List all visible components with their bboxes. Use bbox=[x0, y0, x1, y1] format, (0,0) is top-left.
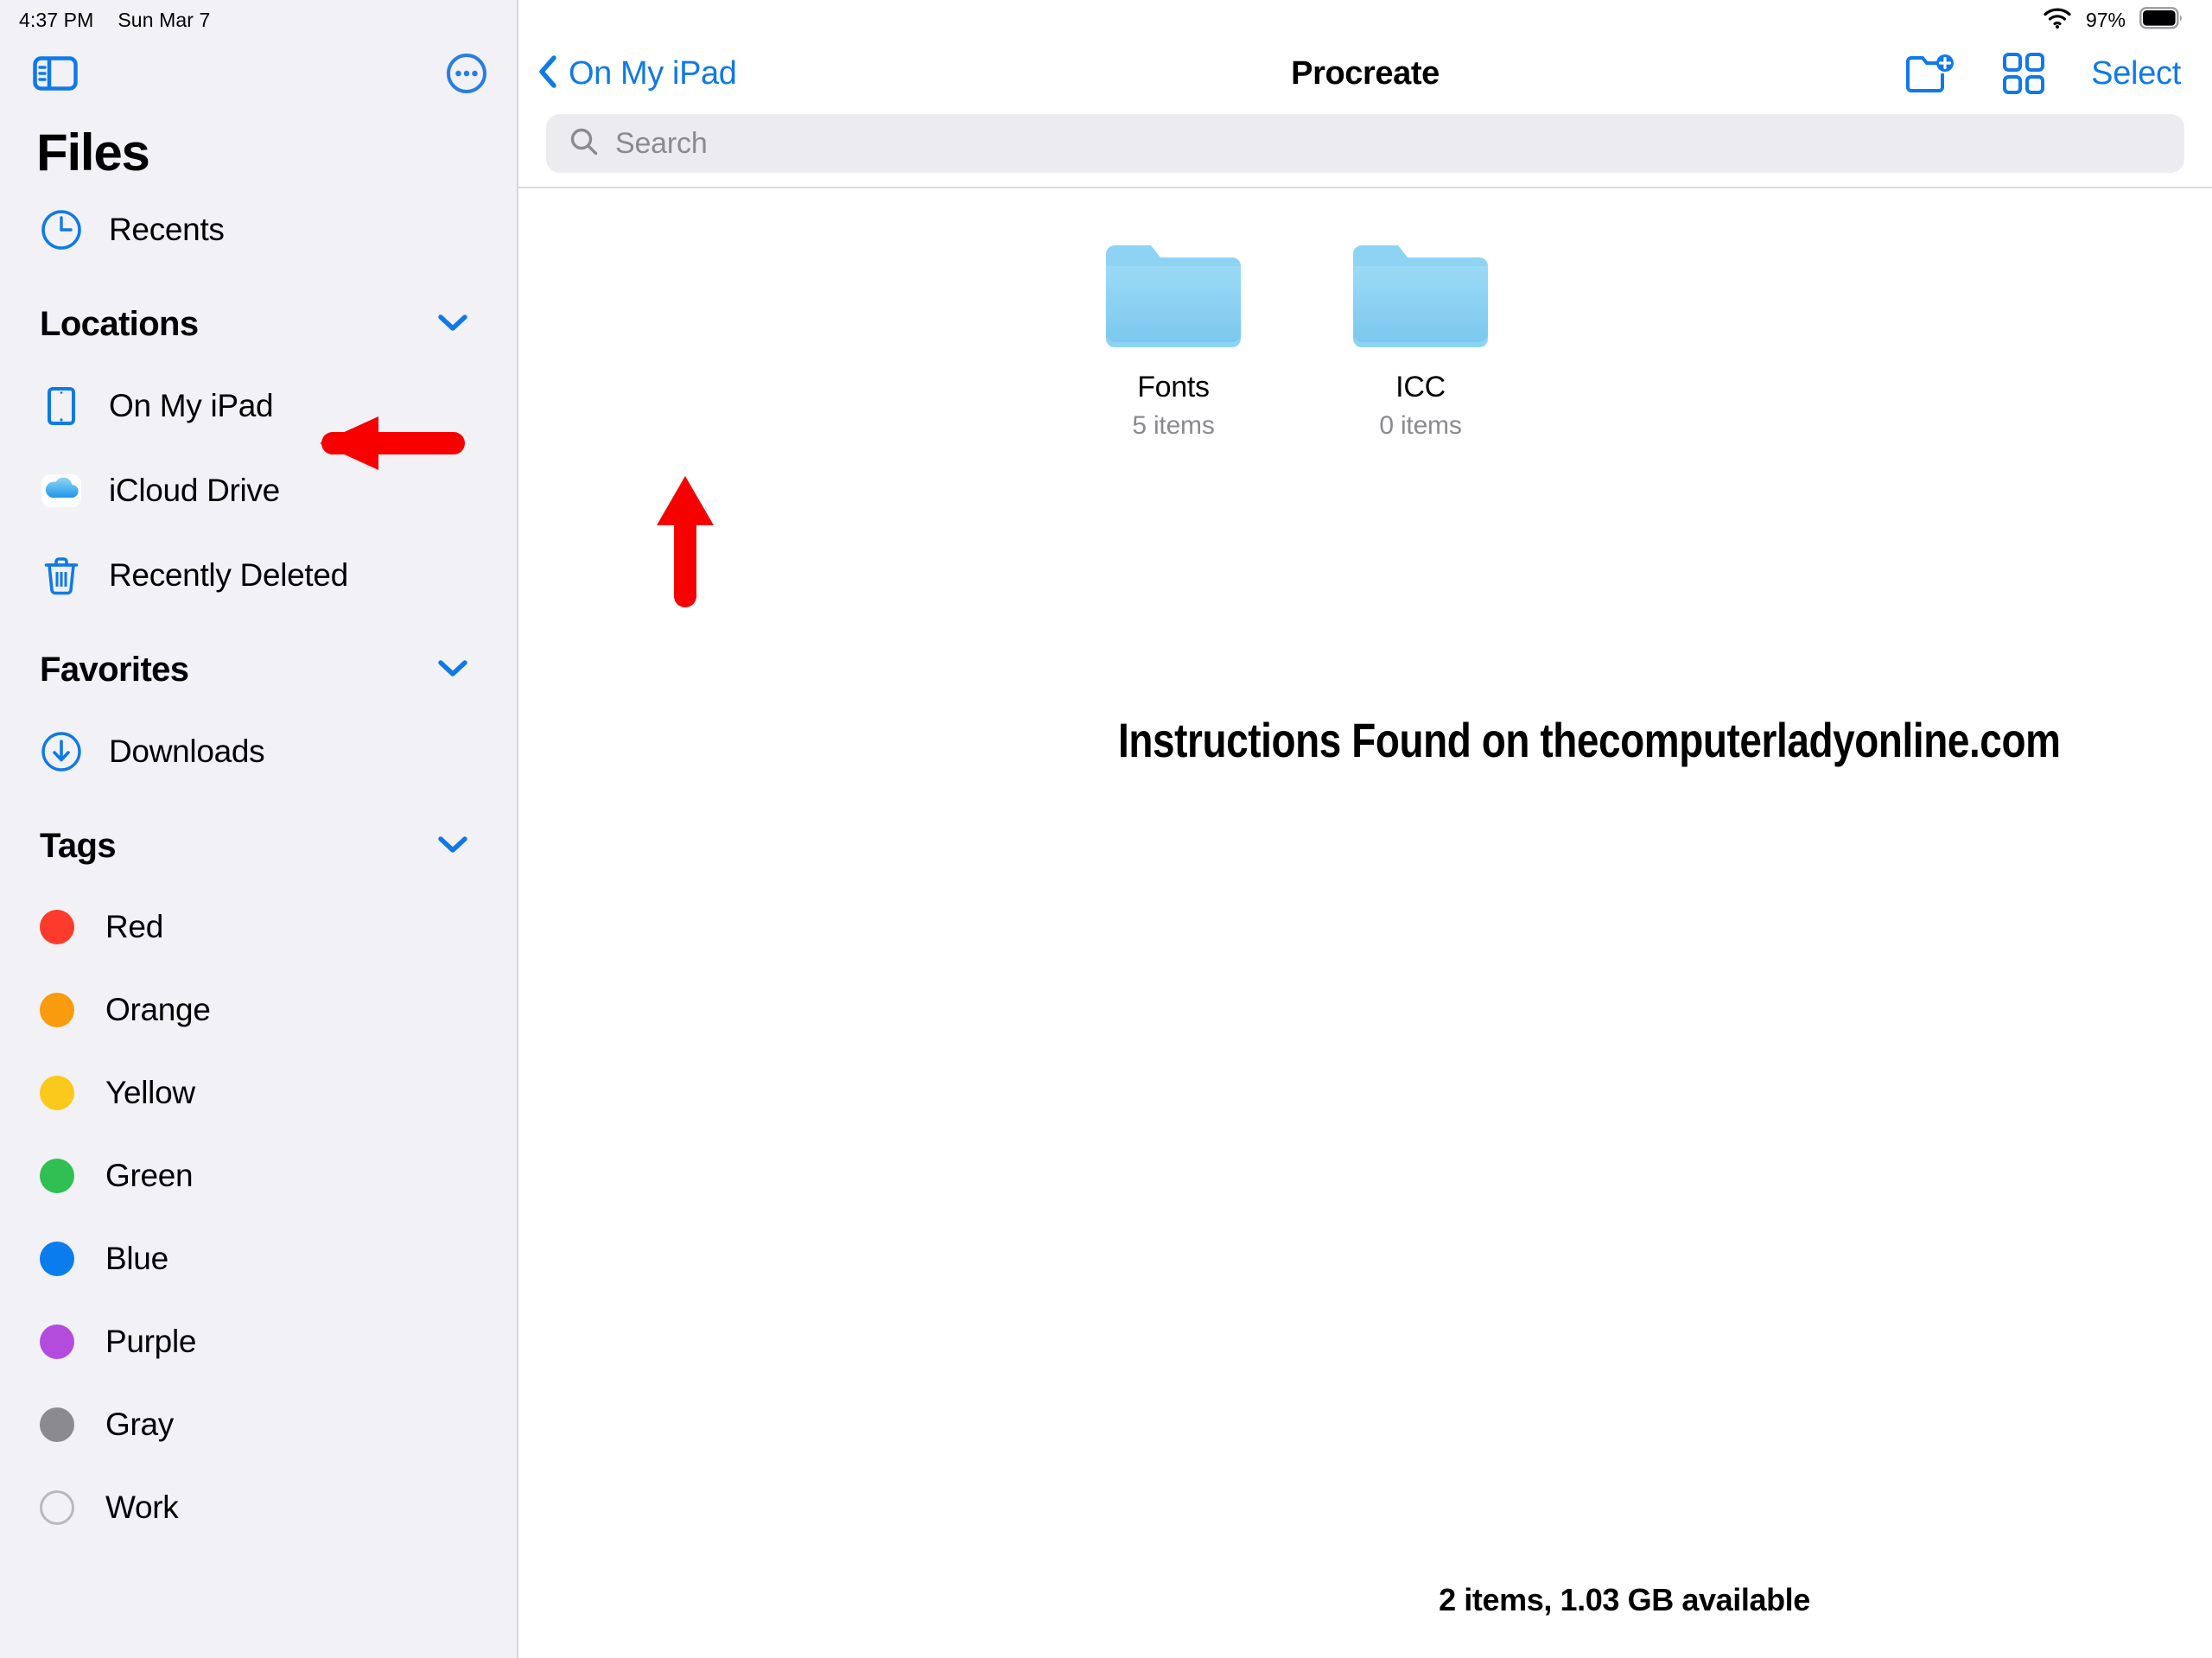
tag-dot-icon bbox=[40, 1154, 79, 1197]
search-placeholder: Search bbox=[615, 126, 708, 160]
chevron-down-icon[interactable] bbox=[436, 834, 469, 859]
search-icon bbox=[569, 126, 600, 162]
search-input[interactable]: Search bbox=[546, 114, 2184, 173]
file-item-icc[interactable]: ICC 0 items bbox=[1344, 240, 1497, 441]
tag-dot-icon bbox=[40, 905, 79, 949]
main-content: 97% On My iPad Procreate Select Search F… bbox=[518, 0, 2212, 1658]
clock-icon bbox=[40, 208, 83, 251]
sidebar-item-label: Red bbox=[105, 909, 163, 944]
back-button[interactable]: On My iPad bbox=[537, 54, 737, 93]
tag-dot-icon bbox=[40, 1320, 79, 1363]
ipad-files-app-screen: 4:37 PM Sun Mar 7 Files Recents Location… bbox=[0, 0, 2212, 1658]
status-bar-left: 4:37 PM Sun Mar 7 bbox=[0, 0, 517, 40]
sidebar-tag-blue[interactable]: Blue bbox=[0, 1217, 517, 1300]
chevron-down-icon[interactable] bbox=[436, 657, 469, 683]
page-title: Files bbox=[36, 124, 150, 181]
sidebar-tag-yellow[interactable]: Yellow bbox=[0, 1051, 517, 1134]
file-grid: Fonts 5 items ICC 0 items bbox=[518, 188, 2212, 441]
sidebar-item-label: Work bbox=[105, 1490, 179, 1525]
sidebar-tag-gray[interactable]: Gray bbox=[0, 1383, 517, 1466]
sidebar-tag-purple[interactable]: Purple bbox=[0, 1300, 517, 1383]
sidebar-item-label: Yellow bbox=[105, 1075, 195, 1110]
footer-status-label: 2 items, 1.03 GB available bbox=[1439, 1582, 1810, 1617]
sidebar-item-label: Blue bbox=[105, 1241, 168, 1276]
sidebar-item-label: Downloads bbox=[109, 734, 265, 769]
battery-full-icon bbox=[2139, 6, 2183, 34]
sidebar-item-label: Recents bbox=[109, 212, 225, 247]
status-bar-time: 4:37 PM bbox=[19, 8, 94, 31]
file-subtitle: 5 items bbox=[1132, 411, 1215, 440]
sidebar-item-label: Orange bbox=[105, 992, 211, 1027]
sidebar-item-on-my-ipad[interactable]: On My iPad bbox=[0, 364, 517, 448]
navigation-bar: On My iPad Procreate Select bbox=[518, 40, 2212, 107]
select-button[interactable]: Select bbox=[2091, 55, 2181, 92]
chevron-left-icon bbox=[537, 54, 558, 93]
sidebar-item-label: On My iPad bbox=[109, 388, 274, 423]
battery-percent-label: 97% bbox=[2085, 8, 2126, 31]
wifi-icon bbox=[2043, 7, 2072, 34]
chevron-down-icon[interactable] bbox=[436, 312, 469, 337]
sidebar-toggle-icon[interactable] bbox=[33, 56, 78, 91]
file-subtitle: 0 items bbox=[1379, 411, 1462, 440]
grid-view-icon[interactable] bbox=[2001, 51, 2046, 96]
sidebar-tag-orange[interactable]: Orange bbox=[0, 969, 517, 1051]
nav-toolbar: Select bbox=[1904, 51, 2181, 96]
sidebar-item-label: iCloud Drive bbox=[109, 473, 280, 508]
sidebar-section-locations[interactable]: Locations bbox=[0, 284, 517, 364]
folder-icon bbox=[1103, 240, 1244, 352]
new-folder-icon[interactable] bbox=[1904, 51, 1956, 96]
tag-dot-icon bbox=[40, 1237, 79, 1280]
sidebar-section-tags[interactable]: Tags bbox=[0, 806, 517, 886]
download-circle-icon bbox=[40, 730, 83, 773]
sidebar-tag-work[interactable]: Work bbox=[0, 1466, 517, 1549]
tag-dot-icon bbox=[40, 1071, 79, 1115]
sidebar: 4:37 PM Sun Mar 7 Files Recents Location… bbox=[0, 0, 518, 1658]
search-bar-container: Search bbox=[518, 107, 2212, 187]
section-title: Favorites bbox=[40, 650, 189, 689]
back-button-label: On My iPad bbox=[569, 54, 737, 92]
tag-dot-outline-icon bbox=[40, 1486, 79, 1529]
file-name: ICC bbox=[1395, 371, 1446, 403]
sidebar-toolbar bbox=[0, 40, 517, 107]
sidebar-item-icloud-drive[interactable]: iCloud Drive bbox=[0, 448, 517, 533]
icloud-icon bbox=[40, 469, 83, 512]
sidebar-tag-green[interactable]: Green bbox=[0, 1134, 517, 1217]
instructional-overlay-text: Instructions Found on thecomputerladyonl… bbox=[1118, 713, 2061, 767]
tag-dot-icon bbox=[40, 1403, 79, 1446]
sidebar-tag-red[interactable]: Red bbox=[0, 886, 517, 969]
sidebar-item-downloads[interactable]: Downloads bbox=[0, 709, 517, 794]
folder-icon bbox=[1350, 240, 1491, 352]
sidebar-item-label: Recently Deleted bbox=[109, 557, 348, 593]
tag-dot-icon bbox=[40, 988, 79, 1032]
sidebar-item-label: Purple bbox=[105, 1324, 197, 1359]
sidebar-item-recents[interactable]: Recents bbox=[0, 187, 517, 272]
file-name: Fonts bbox=[1137, 371, 1210, 403]
ipad-icon bbox=[40, 384, 83, 428]
sidebar-section-favorites[interactable]: Favorites bbox=[0, 630, 517, 709]
section-title: Tags bbox=[40, 826, 117, 865]
section-title: Locations bbox=[40, 304, 199, 343]
sidebar-item-label: Green bbox=[105, 1158, 194, 1193]
status-bar-right: 97% bbox=[518, 0, 2212, 40]
more-circle-icon[interactable] bbox=[446, 53, 487, 94]
sidebar-item-label: Gray bbox=[105, 1407, 174, 1442]
trash-icon bbox=[40, 554, 83, 597]
file-item-fonts[interactable]: Fonts 5 items bbox=[1097, 240, 1249, 441]
sidebar-item-recently-deleted[interactable]: Recently Deleted bbox=[0, 533, 517, 618]
status-bar-date: Sun Mar 7 bbox=[118, 8, 211, 31]
